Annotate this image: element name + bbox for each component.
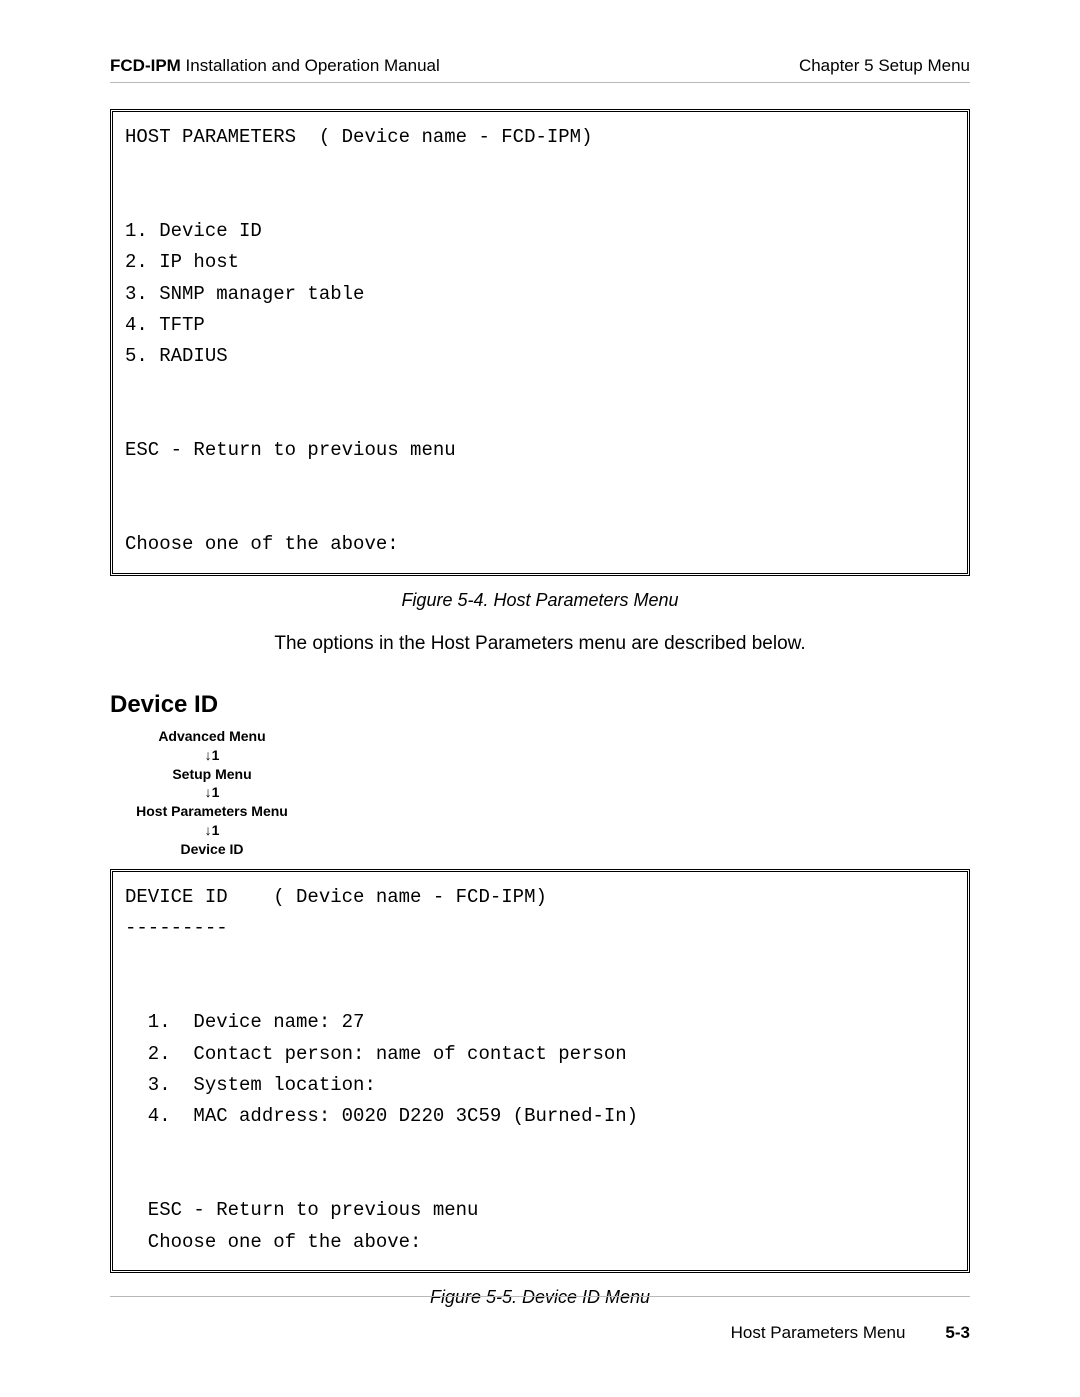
term2-choose: Choose one of the above:	[125, 1231, 421, 1253]
term1-item-ip-host: 2. IP host	[125, 251, 239, 273]
host-parameters-terminal: HOST PARAMETERS ( Device name - FCD-IPM)…	[110, 109, 970, 576]
product-name: FCD-IPM	[110, 56, 181, 75]
footer-section-title: Host Parameters Menu	[731, 1323, 906, 1343]
term1-item-snmp: 3. SNMP manager table	[125, 283, 364, 305]
term2-item-mac-address: 4. MAC address: 0020 D220 3C59 (Burned-I…	[125, 1105, 638, 1127]
term2-esc: ESC - Return to previous menu	[125, 1199, 478, 1221]
nav-arrow-1: ↓1	[92, 746, 332, 765]
nav-advanced-menu: Advanced Menu	[92, 727, 332, 746]
term1-title: HOST PARAMETERS ( Device name - FCD-IPM)	[125, 126, 592, 148]
term1-item-device-id: 1. Device ID	[125, 220, 262, 242]
term1-choose: Choose one of the above:	[125, 533, 399, 555]
header-right: Chapter 5 Setup Menu	[799, 56, 970, 76]
menu-breadcrumb: Advanced Menu ↓1 Setup Menu ↓1 Host Para…	[92, 727, 332, 859]
page-header: FCD-IPM Installation and Operation Manua…	[110, 56, 970, 83]
nav-arrow-3: ↓1	[92, 821, 332, 840]
term2-item-contact-person: 2. Contact person: name of contact perso…	[125, 1043, 627, 1065]
nav-device-id: Device ID	[92, 840, 332, 859]
intro-text: The options in the Host Parameters menu …	[110, 633, 970, 655]
device-id-terminal: DEVICE ID ( Device name - FCD-IPM) -----…	[110, 869, 970, 1273]
manual-title: Installation and Operation Manual	[181, 56, 440, 75]
term1-esc: ESC - Return to previous menu	[125, 439, 456, 461]
nav-setup-menu: Setup Menu	[92, 765, 332, 784]
nav-arrow-2: ↓1	[92, 783, 332, 802]
term2-title: DEVICE ID ( Device name - FCD-IPM)	[125, 886, 547, 908]
nav-host-parameters-menu: Host Parameters Menu	[92, 802, 332, 821]
page-footer: Host Parameters Menu 5-3	[110, 1296, 970, 1343]
header-left: FCD-IPM Installation and Operation Manua…	[110, 56, 440, 76]
term1-item-tftp: 4. TFTP	[125, 314, 205, 336]
figure-5-4-caption: Figure 5-4. Host Parameters Menu	[110, 590, 970, 611]
term2-item-device-name: 1. Device name: 27	[125, 1011, 364, 1033]
term2-dash: ---------	[125, 917, 228, 939]
term1-item-radius: 5. RADIUS	[125, 345, 228, 367]
term2-item-system-location: 3. System location:	[125, 1074, 376, 1096]
device-id-heading: Device ID	[110, 691, 970, 719]
footer-page-number: 5-3	[945, 1323, 970, 1343]
